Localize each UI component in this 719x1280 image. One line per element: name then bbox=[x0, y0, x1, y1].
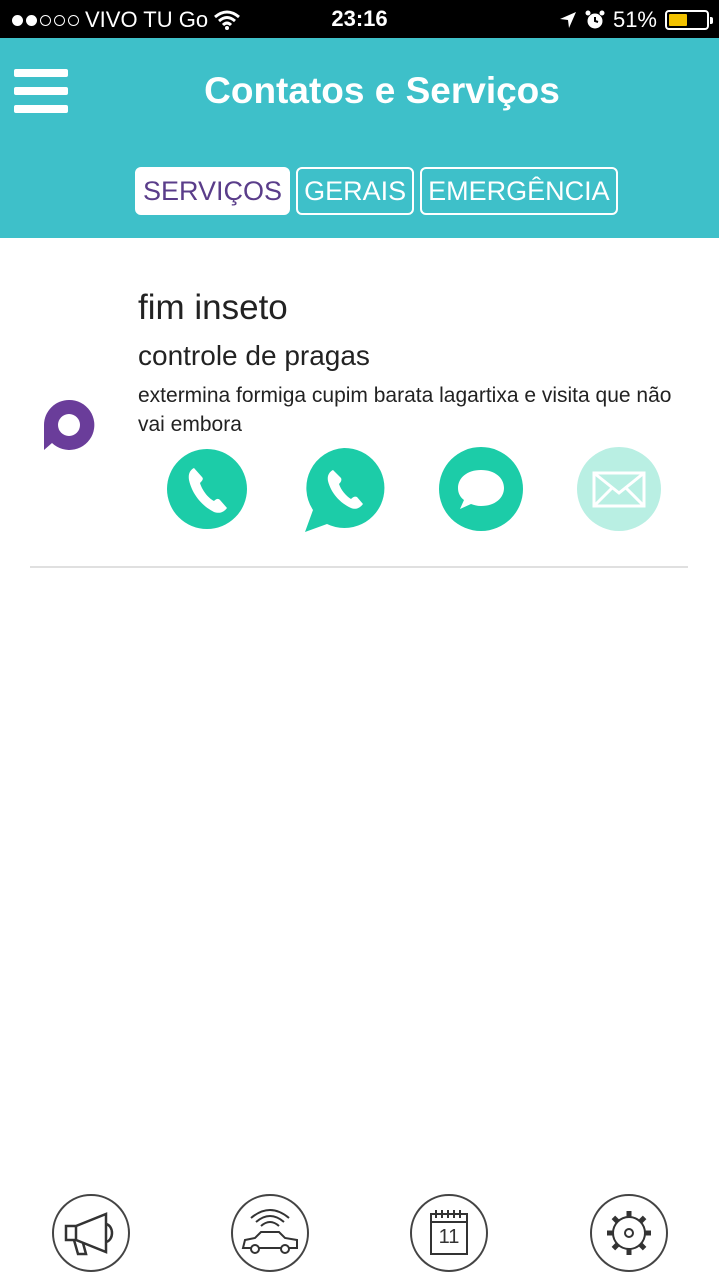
whatsapp-icon bbox=[305, 447, 385, 532]
whatsapp-button[interactable] bbox=[301, 446, 387, 532]
bottom-navigation: 11 bbox=[0, 1190, 719, 1280]
contact-description: extermina formiga cupim barata lagartixa… bbox=[138, 384, 672, 436]
car-wifi-icon bbox=[241, 1209, 298, 1254]
location-arrow-icon bbox=[559, 12, 576, 28]
status-bar: VIVO TU Go 23:16 51% bbox=[0, 0, 719, 38]
contact-card[interactable]: fim inseto controle de pragas extermina … bbox=[30, 238, 688, 568]
message-button[interactable] bbox=[438, 446, 524, 532]
alarm-icon bbox=[585, 10, 605, 29]
battery-percent: 51% bbox=[612, 7, 657, 32]
tab-bar: SERVIÇOS GERAIS EMERGÊNCIA bbox=[135, 167, 618, 215]
page-title: Contatos e Serviços bbox=[204, 70, 560, 111]
tab-servicos[interactable]: SERVIÇOS bbox=[135, 167, 291, 215]
battery-icon bbox=[665, 10, 713, 30]
tab-gerais[interactable]: GERAIS bbox=[296, 167, 415, 215]
message-icon bbox=[439, 447, 523, 531]
nav-announcements[interactable] bbox=[52, 1194, 130, 1272]
speech-bubble-logo-icon bbox=[44, 399, 95, 450]
settings-gear-icon bbox=[607, 1211, 651, 1255]
call-button[interactable] bbox=[164, 446, 250, 532]
nav-calendar[interactable]: 11 bbox=[410, 1194, 488, 1272]
app-header: Contatos e Serviços SERVIÇOS GERAIS EMER… bbox=[0, 38, 719, 238]
calendar-day: 11 bbox=[438, 1226, 460, 1248]
phone-icon bbox=[167, 449, 247, 529]
status-right: 51% bbox=[559, 7, 713, 33]
email-button[interactable] bbox=[576, 446, 662, 532]
tab-emergencia[interactable]: EMERGÊNCIA bbox=[420, 167, 618, 215]
megaphone-icon bbox=[64, 1212, 114, 1256]
nav-settings[interactable] bbox=[590, 1194, 668, 1272]
email-icon bbox=[577, 447, 661, 531]
contact-category: controle de pragas bbox=[138, 340, 370, 371]
contact-name: fim inseto bbox=[138, 288, 288, 327]
nav-vehicle-access[interactable] bbox=[231, 1194, 309, 1272]
